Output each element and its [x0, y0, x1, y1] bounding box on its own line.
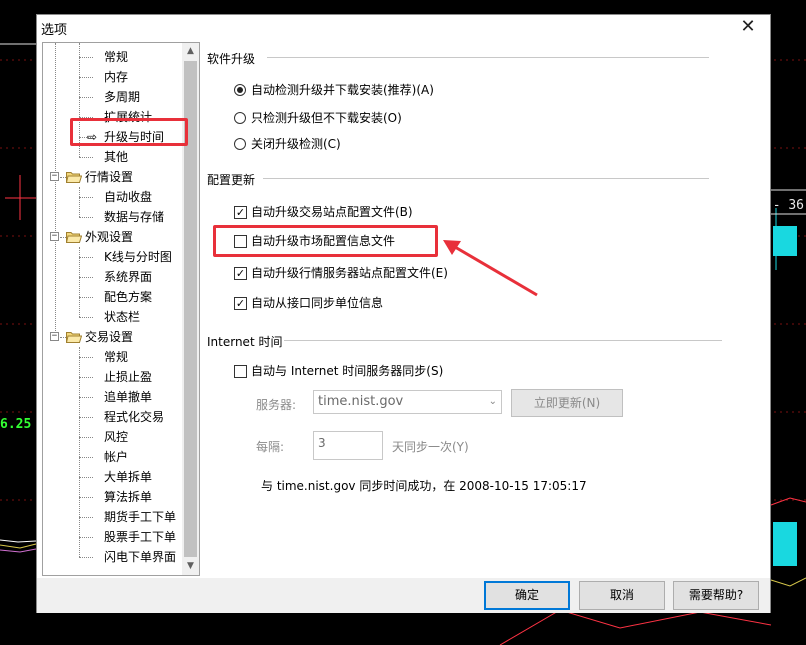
- tree-leaf-item[interactable]: 常规: [104, 47, 128, 67]
- dialog-footer: 确定 取消 需要帮助?: [37, 578, 770, 613]
- chevron-down-icon: ⌄: [488, 396, 497, 407]
- update-now-button[interactable]: 立即更新(N): [511, 389, 623, 417]
- chart-price-label-right: - 36: [772, 198, 804, 213]
- tree-folder-item[interactable]: 外观设置: [85, 227, 133, 247]
- tree-folder-item[interactable]: 交易设置: [85, 327, 133, 347]
- dialog-titlebar: 选项 ✕: [37, 15, 770, 41]
- checkbox-checked[interactable]: ✓: [234, 267, 247, 280]
- internet-sync-checkbox[interactable]: [234, 365, 247, 378]
- server-select[interactable]: time.nist.gov ⌄: [313, 390, 502, 414]
- tree-connector: [79, 217, 93, 218]
- tree-leaf-item[interactable]: 内存: [104, 67, 128, 87]
- tree-connector: [79, 397, 93, 398]
- interval-input[interactable]: 3: [313, 431, 383, 460]
- tree-leaf-item[interactable]: 自动收盘: [104, 187, 152, 207]
- tree-connector: [79, 437, 93, 438]
- tree-expander-icon[interactable]: −: [50, 332, 59, 341]
- upgrade-group-title: 软件升级: [207, 52, 256, 66]
- tree-leaf-item[interactable]: 配色方案: [104, 287, 152, 307]
- tree-connector: [79, 377, 93, 378]
- folder-open-icon: [66, 332, 82, 343]
- tree-connector: [79, 457, 93, 458]
- tree-leaf-item[interactable]: 系统界面: [104, 267, 152, 287]
- internet-time-group-title: Internet 时间: [207, 335, 283, 349]
- internet-sync-label: 自动与 Internet 时间服务器同步(S): [251, 364, 444, 378]
- annotation-highlight-tree: [70, 118, 188, 146]
- tree-expander-icon[interactable]: −: [50, 172, 59, 181]
- tree-leaf-item[interactable]: K线与分时图: [104, 247, 172, 267]
- folder-open-icon: [66, 232, 82, 243]
- tree-leaf-item[interactable]: 其他: [104, 147, 128, 167]
- upgrade-option-label: 自动检测升级并下载安装(推荐)(A): [251, 83, 434, 97]
- tree-connector: [79, 517, 93, 518]
- close-icon[interactable]: ✕: [738, 17, 758, 37]
- ok-button[interactable]: 确定: [484, 581, 570, 610]
- interval-label: 每隔:: [256, 440, 285, 454]
- tree-leaf-item[interactable]: 期货手工下单: [104, 507, 176, 527]
- folder-open-icon: [66, 172, 82, 183]
- config-option-label: 自动从接口同步单位信息: [251, 296, 384, 310]
- checkbox-checked[interactable]: ✓: [234, 297, 247, 310]
- tree-leaf-item[interactable]: 常规: [104, 347, 128, 367]
- tree-leaf-item[interactable]: 追单撤单: [104, 387, 152, 407]
- tree-connector: [79, 77, 93, 78]
- tree-connector: [79, 277, 93, 278]
- config-group-title: 配置更新: [207, 173, 256, 187]
- tree-leaf-item[interactable]: 算法拆单: [104, 487, 152, 507]
- interval-unit-label: 天同步一次(Y): [392, 440, 469, 454]
- tree-leaf-item[interactable]: 止损止盈: [104, 367, 152, 387]
- radio-button[interactable]: [234, 112, 246, 124]
- tree-connector: [79, 417, 93, 418]
- tree-connector: [79, 557, 93, 558]
- tree-expander-icon[interactable]: −: [50, 232, 59, 241]
- config-option-label: 自动升级交易站点配置文件(B): [251, 205, 413, 219]
- annotation-arrow-icon: [443, 240, 538, 297]
- tree-connector: [79, 257, 93, 258]
- dialog-title: 选项: [41, 23, 68, 38]
- tree-connector: [79, 317, 93, 318]
- config-group-divider: [263, 178, 709, 179]
- help-button[interactable]: 需要帮助?: [673, 581, 759, 610]
- tree-folder-item[interactable]: 行情设置: [85, 167, 133, 187]
- tree-leaf-item[interactable]: 帐户: [104, 447, 128, 467]
- radio-button[interactable]: [234, 84, 246, 96]
- scroll-up-icon[interactable]: ▲: [182, 43, 199, 60]
- tree-connector: [79, 97, 93, 98]
- scroll-down-icon[interactable]: ▼: [182, 558, 199, 575]
- sync-status-text: 与 time.nist.gov 同步时间成功，在 2008-10-15 17:0…: [261, 479, 587, 493]
- chart-price-label-left: 6.25: [0, 417, 32, 432]
- tree-leaf-item[interactable]: 股票手工下单: [104, 527, 176, 547]
- annotation-highlight-option: [213, 225, 438, 257]
- tree-connector: [79, 537, 93, 538]
- tree-connector: [79, 57, 93, 58]
- tree-guide-line: [55, 43, 56, 337]
- upgrade-option-label: 关闭升级检测(C): [251, 137, 341, 151]
- radio-button[interactable]: [234, 138, 246, 150]
- cancel-button[interactable]: 取消: [579, 581, 665, 610]
- server-label: 服务器:: [256, 398, 297, 412]
- internet-time-group-divider: [284, 340, 722, 341]
- tree-connector: [79, 157, 93, 158]
- tree-connector: [79, 497, 93, 498]
- server-value: time.nist.gov: [318, 394, 404, 409]
- checkbox-checked[interactable]: ✓: [234, 206, 247, 219]
- tree-leaf-item[interactable]: 大单拆单: [104, 467, 152, 487]
- tree-leaf-item[interactable]: 数据与存储: [104, 207, 164, 227]
- config-option-label: 自动升级行情服务器站点配置文件(E): [251, 266, 448, 280]
- tree-guide-line: [79, 187, 80, 217]
- tree-connector: [79, 477, 93, 478]
- tree-connector: [79, 297, 93, 298]
- upgrade-group-divider: [267, 57, 709, 58]
- upgrade-option-label: 只检测升级但不下载安装(O): [251, 111, 402, 125]
- options-dialog: 选项 ✕ 常规 内存 多周期 扩展统计 ⇨ 升级与时间 其他 − 行情设置 自动收盘 数据与存储 − 外…: [36, 14, 771, 613]
- tree-leaf-item[interactable]: 多周期: [104, 87, 140, 107]
- tree-guide-line: [79, 347, 80, 557]
- tree-leaf-item[interactable]: 闪电下单界面: [104, 547, 176, 567]
- tree-leaf-item[interactable]: 状态栏: [104, 307, 140, 327]
- tree-leaf-item[interactable]: 风控: [104, 427, 128, 447]
- tree-leaf-item[interactable]: 程式化交易: [104, 407, 164, 427]
- tree-connector: [79, 197, 93, 198]
- tree-connector: [79, 357, 93, 358]
